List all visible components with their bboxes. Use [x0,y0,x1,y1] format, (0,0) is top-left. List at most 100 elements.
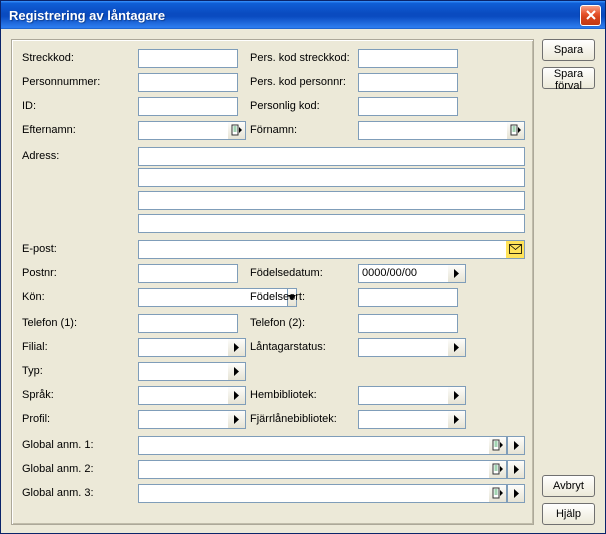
sprak-input[interactable] [138,386,228,405]
epost-mail-button[interactable] [506,240,525,259]
window-title: Registrering av låntagare [9,8,165,23]
label-personlig-kod: Personlig kod: [246,100,358,112]
label-efternamn: Efternamn: [20,124,138,136]
global-anm-1-input[interactable] [138,436,489,455]
id-input[interactable] [138,97,238,116]
fornamn-picker[interactable] [507,121,525,140]
list-icon [510,124,522,136]
adress-input-3[interactable] [138,191,525,210]
label-telefon1: Telefon (1): [20,317,138,329]
fodelsedatum-picker[interactable] [448,264,466,283]
list-icon [492,487,504,499]
pers-kod-streckkod-input[interactable] [358,49,458,68]
label-epost: E-post: [20,243,138,255]
label-id: ID: [20,100,138,112]
fjarrlanebibliotek-input[interactable] [358,410,448,429]
help-button[interactable]: Hjälp [542,503,595,525]
lantagarstatus-input[interactable] [358,338,448,357]
typ-input[interactable] [138,362,228,381]
fodelseort-input[interactable] [358,288,458,307]
arrow-right-icon [233,415,240,424]
telefon2-input[interactable] [358,314,458,333]
lantagarstatus-picker[interactable] [448,338,466,357]
arrow-right-icon [233,391,240,400]
arrow-right-icon [453,343,460,352]
label-telefon2: Telefon (2): [246,317,358,329]
label-global-anm-3: Global anm. 3: [20,487,138,499]
fodelsedatum-input[interactable] [358,264,448,283]
postnr-input[interactable] [138,264,238,283]
label-kon: Kön: [20,291,138,303]
label-adress: Adress: [20,150,138,162]
fjarrlanebibliotek-picker[interactable] [448,410,466,429]
arrow-right-icon [513,489,520,498]
global-anm-2-input[interactable] [138,460,489,479]
window: Registrering av låntagare Streckkod: Per… [0,0,606,534]
label-lantagarstatus: Låntagarstatus: [246,341,358,353]
list-icon [231,124,243,136]
mail-icon [509,244,522,254]
label-fodelseort: Födelseort: [246,291,358,303]
save-button[interactable]: Spara [542,39,595,61]
label-global-anm-2: Global anm. 2: [20,463,138,475]
label-filial: Filial: [20,341,138,353]
label-typ: Typ: [20,365,138,377]
global-anm-3-input[interactable] [138,484,489,503]
cancel-button[interactable]: Avbryt [542,475,595,497]
arrow-right-icon [513,441,520,450]
label-pers-kod-streckkod: Pers. kod streckkod: [246,52,358,64]
adress-input-1[interactable] [138,147,525,166]
personlig-kod-input[interactable] [358,97,458,116]
global-anm-3-picker[interactable] [507,484,525,503]
arrow-right-icon [453,391,460,400]
label-personnummer: Personnummer: [20,76,138,88]
calendar-arrow-icon [453,269,460,278]
close-button[interactable] [580,5,601,26]
global-anm-1-listpicker[interactable] [489,436,507,455]
streckkod-input[interactable] [138,49,238,68]
filial-input[interactable] [138,338,228,357]
hembibliotek-picker[interactable] [448,386,466,405]
label-pers-kod-personnr: Pers. kod personnr: [246,76,358,88]
save-default-button[interactable]: Spara förval [542,67,595,89]
profil-picker[interactable] [228,410,246,429]
titlebar: Registrering av låntagare [1,1,605,29]
sprak-picker[interactable] [228,386,246,405]
telefon1-input[interactable] [138,314,238,333]
global-anm-2-picker[interactable] [507,460,525,479]
adress-input-4[interactable] [138,214,525,233]
profil-input[interactable] [138,410,228,429]
label-sprak: Språk: [20,389,138,401]
global-anm-1-picker[interactable] [507,436,525,455]
side-buttons: Spara Spara förval Avbryt Hjälp [542,39,595,525]
form-panel: Streckkod: Pers. kod streckkod: Personnu… [11,39,534,525]
label-hembibliotek: Hembibliotek: [246,389,358,401]
label-fodelsedatum: Födelsedatum: [246,267,358,279]
label-fjarrlanebibliotek: Fjärrlånebibliotek: [246,413,358,425]
efternamn-input[interactable] [138,121,228,140]
list-icon [492,463,504,475]
kon-select[interactable] [138,288,246,307]
typ-picker[interactable] [228,362,246,381]
personnummer-input[interactable] [138,73,238,92]
global-anm-3-listpicker[interactable] [489,484,507,503]
efternamn-picker[interactable] [228,121,246,140]
global-anm-2-listpicker[interactable] [489,460,507,479]
arrow-right-icon [233,367,240,376]
arrow-right-icon [513,465,520,474]
pers-kod-personnr-input[interactable] [358,73,458,92]
epost-input[interactable] [138,240,506,259]
label-fornamn: Förnamn: [246,124,358,136]
arrow-right-icon [453,415,460,424]
label-profil: Profil: [20,413,138,425]
label-postnr: Postnr: [20,267,138,279]
label-global-anm-1: Global anm. 1: [20,439,138,451]
adress-input-2[interactable] [138,168,525,187]
list-icon [492,439,504,451]
filial-picker[interactable] [228,338,246,357]
arrow-right-icon [233,343,240,352]
hembibliotek-input[interactable] [358,386,448,405]
fornamn-input[interactable] [358,121,507,140]
label-streckkod: Streckkod: [20,52,138,64]
close-icon [586,10,596,20]
